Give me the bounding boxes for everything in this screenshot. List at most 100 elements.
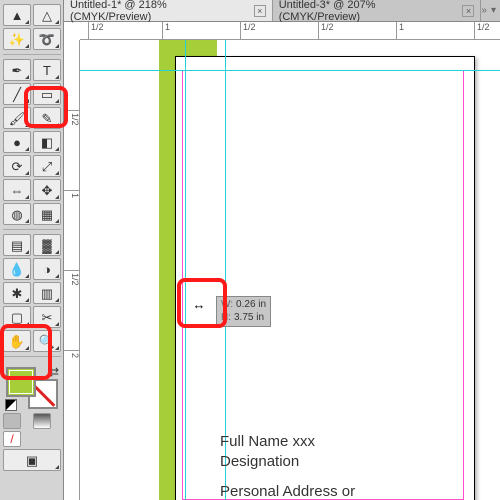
rotate-tool[interactable]: ⟳ — [3, 155, 31, 177]
eraser-tool[interactable]: ◧ — [33, 131, 61, 153]
document-tab-bar: Untitled-1* @ 218% (CMYK/Preview) × Unti… — [64, 0, 500, 22]
gradient-tool[interactable]: ▓ — [33, 234, 61, 256]
ruler-tick: 1 — [64, 190, 79, 198]
ruler-tick: 1/2 — [474, 22, 490, 39]
swap-fill-stroke-icon[interactable]: ⇄ — [49, 365, 59, 379]
measurement-tooltip: W:0.26 in H:3.75 in — [216, 296, 271, 327]
shape-builder-tool[interactable]: ◍ — [3, 203, 31, 225]
ruler-tick: 1/2 — [240, 22, 256, 39]
close-icon[interactable]: × — [462, 5, 474, 17]
slice-icon: ✂ — [42, 311, 53, 324]
ruler-tick: 1/2 — [318, 22, 334, 39]
tools-panel: ▲ △ ✨ ➰ ✒ T ╱ ▭ 🖌 ✎ ● ◧ ⟳ ⤢ ⇔ ✥ ◍ ▦ ▤ ▓ 💧 ◑ ✱ ▥ ▢ ✂ ✋ 🔍 ⇄ / ▣ — [0, 0, 64, 500]
gradient-mode-button[interactable] — [33, 413, 51, 429]
text-full-name[interactable]: Full Name xxx — [220, 432, 315, 452]
measure-h-label: H: — [221, 312, 231, 323]
type-tool[interactable]: T — [33, 59, 61, 81]
eyedropper-tool[interactable]: 💧 — [3, 258, 31, 280]
paintbrush-icon: 🖌 — [9, 112, 26, 125]
document-tab-label: Untitled-1* @ 218% (CMYK/Preview) — [70, 0, 250, 23]
line-icon: ╱ — [13, 88, 21, 101]
blob-brush-icon: ● — [13, 136, 21, 149]
hand-icon: ✋ — [9, 335, 25, 348]
document-tab-2[interactable]: Untitled-3* @ 207% (CMYK/Preview) × — [273, 0, 482, 21]
direct-selection-icon: △ — [42, 9, 52, 22]
none-mode-button[interactable]: / — [3, 431, 21, 447]
free-transform-tool[interactable]: ✥ — [33, 179, 61, 201]
gradient-icon: ▓ — [42, 239, 51, 252]
tab-menu-icon[interactable]: ▾ — [491, 5, 496, 16]
ruler-horizontal[interactable]: 1/2 1 1/2 1/2 1 1/2 — [80, 22, 500, 40]
tab-nav-next-icon[interactable]: » — [481, 5, 487, 16]
guide-vertical[interactable] — [225, 40, 226, 500]
screen-mode-button[interactable]: ▣ — [3, 449, 61, 471]
scale-icon: ⤢ — [42, 160, 52, 173]
magic-wand-tool[interactable]: ✨ — [3, 28, 31, 50]
column-graph-icon: ▥ — [41, 287, 53, 300]
pencil-tool[interactable]: ✎ — [33, 107, 61, 129]
lasso-tool[interactable]: ➰ — [33, 28, 61, 50]
eraser-icon: ◧ — [41, 136, 53, 149]
blob-brush-tool[interactable]: ● — [3, 131, 31, 153]
symbol-sprayer-icon: ✱ — [12, 287, 23, 300]
pen-tool[interactable]: ✒ — [3, 59, 31, 81]
width-icon: ⇔ — [11, 184, 24, 197]
resize-cursor-icon: ↔ — [184, 296, 214, 312]
text-designation[interactable]: Designation — [220, 452, 299, 472]
blend-tool[interactable]: ◑ — [33, 258, 61, 280]
lasso-icon: ➰ — [39, 33, 55, 46]
ruler-tick: 1/2 — [64, 110, 79, 126]
hand-tool[interactable]: ✋ — [3, 330, 31, 352]
ruler-tick: 1 — [162, 22, 170, 39]
screen-mode-icon: ▣ — [26, 454, 38, 467]
shape-builder-icon: ◍ — [11, 208, 22, 221]
slice-tool[interactable]: ✂ — [33, 306, 61, 328]
column-graph-tool[interactable]: ▥ — [33, 282, 61, 304]
line-tool[interactable]: ╱ — [3, 83, 31, 105]
ruler-vertical[interactable]: 1/2 1 1/2 2 — [64, 40, 80, 500]
artboard-tool[interactable]: ▢ — [3, 306, 31, 328]
rectangle-tool[interactable]: ▭ — [33, 83, 61, 105]
pen-icon: ✒ — [12, 64, 23, 77]
blend-icon: ◑ — [43, 263, 51, 276]
guide-vertical[interactable] — [185, 40, 186, 500]
zoom-icon: 🔍 — [39, 335, 55, 348]
eyedropper-icon: 💧 — [9, 263, 25, 276]
type-icon: T — [43, 64, 51, 77]
selection-icon: ▲ — [11, 9, 24, 22]
document-tab-1[interactable]: Untitled-1* @ 218% (CMYK/Preview) × — [64, 0, 273, 21]
fill-stroke-swatches: ⇄ — [3, 365, 61, 411]
measure-h-value: 3.75 in — [234, 312, 264, 323]
default-fill-stroke-icon[interactable] — [5, 399, 17, 411]
ruler-tick: 1/2 — [88, 22, 104, 39]
zoom-tool[interactable]: 🔍 — [33, 330, 61, 352]
width-tool[interactable]: ⇔ — [3, 179, 31, 201]
document-tab-label: Untitled-3* @ 207% (CMYK/Preview) — [279, 0, 459, 23]
scale-tool[interactable]: ⤢ — [33, 155, 61, 177]
mesh-icon: ▤ — [11, 239, 23, 252]
artboard-icon: ▢ — [11, 311, 23, 324]
pencil-icon: ✎ — [42, 112, 53, 125]
close-icon[interactable]: × — [254, 5, 266, 17]
rectangle-icon: ▭ — [41, 88, 53, 101]
text-address-line1[interactable]: Personal Address or — [220, 482, 355, 500]
measure-w-value: 0.26 in — [236, 299, 266, 310]
symbol-sprayer-tool[interactable]: ✱ — [3, 282, 31, 304]
tab-nav: » ▾ — [481, 0, 500, 21]
mesh-tool[interactable]: ▤ — [3, 234, 31, 256]
ruler-tick: 1 — [396, 22, 404, 39]
color-mode-button[interactable] — [3, 413, 21, 429]
direct-selection-tool[interactable]: △ — [33, 4, 61, 26]
perspective-icon: ▦ — [41, 208, 53, 221]
canvas[interactable]: Full Name xxx Designation Personal Addre… — [80, 40, 500, 500]
rotate-icon: ⟳ — [12, 160, 23, 173]
free-transform-icon: ✥ — [42, 184, 53, 197]
paintbrush-tool[interactable]: 🖌 — [3, 107, 31, 129]
selection-tool[interactable]: ▲ — [3, 4, 31, 26]
ruler-tick: 2 — [64, 350, 79, 358]
magic-wand-icon: ✨ — [9, 33, 25, 46]
measure-w-label: W: — [221, 299, 233, 310]
guide-horizontal[interactable] — [80, 70, 500, 71]
perspective-tool[interactable]: ▦ — [33, 203, 61, 225]
fill-swatch[interactable] — [6, 367, 36, 397]
